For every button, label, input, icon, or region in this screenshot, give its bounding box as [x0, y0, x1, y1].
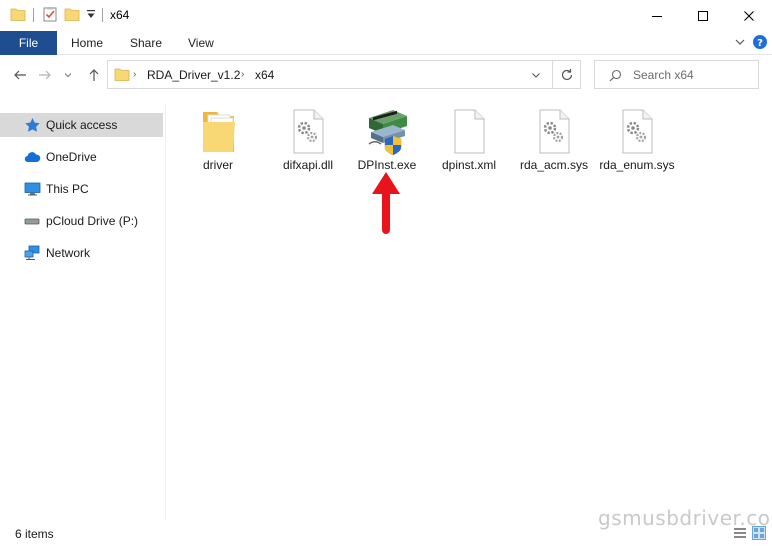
sidebar-item-label: This PC: [46, 182, 89, 196]
file-item-driver[interactable]: driver: [179, 106, 257, 192]
file-item-difxapi-dll[interactable]: difxapi.dll: [269, 106, 347, 192]
sidebar-item-this-pc[interactable]: This PC: [0, 177, 163, 201]
arrow-left-icon: [14, 70, 26, 80]
file-item-rda-enum-sys[interactable]: rda_enum.sys: [598, 106, 676, 192]
file-name: rda_acm.sys: [519, 158, 589, 172]
help-icon[interactable]: ?: [752, 34, 768, 53]
file-name: DPInst.exe: [357, 158, 417, 172]
breadcrumb-separator-icon[interactable]: ›: [133, 69, 136, 80]
tab-file[interactable]: File: [0, 31, 57, 55]
properties-icon[interactable]: [42, 6, 58, 24]
red-arrow-icon: [372, 172, 400, 234]
computer-icon: [24, 181, 41, 197]
minimize-button[interactable]: [634, 0, 680, 31]
settings-file-icon: [530, 106, 578, 156]
file-item-dpinst-xml[interactable]: dpinst.xml: [430, 106, 508, 192]
address-bar[interactable]: › RDA_Driver_v1.2 › x64: [107, 60, 553, 89]
ribbon: File Home Share View ?: [0, 31, 772, 55]
file-item-rda-acm-sys[interactable]: rda_acm.sys: [515, 106, 593, 192]
title-separator: [33, 8, 34, 22]
refresh-button[interactable]: [553, 60, 581, 89]
chevron-down-icon: [64, 73, 72, 78]
sidebar-item-pcloud-drive[interactable]: pCloud Drive (P:): [0, 209, 163, 233]
sidebar-item-network[interactable]: Network: [0, 241, 163, 265]
network-icon: [24, 245, 41, 261]
installer-icon: [363, 106, 411, 156]
sidebar-item-label: pCloud Drive (P:): [46, 214, 139, 228]
settings-file-icon: [613, 106, 661, 156]
sidebar-item-onedrive[interactable]: OneDrive: [0, 145, 163, 169]
search-box[interactable]: [594, 60, 759, 89]
sidebar-item-label: Network: [46, 246, 91, 260]
maximize-icon: [698, 10, 708, 21]
search-icon: [609, 69, 622, 85]
sidebar-item-label: Quick access: [46, 118, 118, 132]
drive-icon: [24, 213, 41, 229]
item-count: 6 items: [15, 527, 54, 541]
minimize-icon: [652, 15, 662, 17]
customize-toolbar-icon[interactable]: [86, 9, 96, 27]
navigation-bar: › RDA_Driver_v1.2 › x64: [0, 55, 772, 95]
close-icon: [744, 10, 754, 21]
close-button[interactable]: [726, 0, 772, 31]
star-icon: [24, 117, 41, 133]
settings-file-icon: [284, 106, 332, 156]
file-name: difxapi.dll: [282, 158, 334, 172]
breadcrumb-rda-driver[interactable]: RDA_Driver_v1.2: [147, 68, 240, 82]
folder-icon[interactable]: [10, 6, 26, 24]
title-bar: x64: [0, 0, 772, 31]
file-name: rda_enum.sys: [599, 158, 675, 172]
sidebar-item-label: OneDrive: [46, 150, 97, 164]
tab-view[interactable]: View: [188, 31, 214, 55]
window-title: x64: [110, 8, 130, 22]
expand-ribbon-icon[interactable]: [734, 35, 746, 52]
file-list: driver difxapi.dll DPInst.exe dpinst.xml…: [167, 103, 772, 521]
navigation-pane: Quick access OneDrive This PC pCloud Dri…: [0, 103, 166, 521]
title-separator: [102, 8, 103, 22]
breadcrumb-separator-icon[interactable]: ›: [241, 69, 244, 80]
folder-icon: [114, 67, 130, 85]
chevron-down-icon[interactable]: [530, 69, 542, 84]
new-folder-icon[interactable]: [64, 6, 80, 24]
forward-button[interactable]: [35, 64, 55, 86]
back-button[interactable]: [10, 64, 30, 86]
arrow-right-icon: [39, 70, 51, 80]
cloud-icon: [24, 149, 41, 165]
up-button[interactable]: [84, 64, 104, 86]
file-name: dpinst.xml: [441, 158, 497, 172]
breadcrumb-x64[interactable]: x64: [255, 68, 274, 82]
arrow-up-icon: [89, 69, 99, 81]
file-name: driver: [202, 158, 233, 172]
tab-share[interactable]: Share: [130, 31, 162, 55]
svg-text:?: ?: [757, 38, 763, 49]
search-input[interactable]: [633, 65, 753, 85]
blank-file-icon: [445, 106, 493, 156]
watermark: gsmusbdriver.com: [598, 506, 772, 530]
recent-locations-button[interactable]: [62, 64, 74, 86]
refresh-icon: [561, 68, 572, 80]
tab-home[interactable]: Home: [71, 31, 103, 55]
maximize-button[interactable]: [680, 0, 726, 31]
folder-icon: [194, 106, 242, 156]
sidebar-item-quick-access[interactable]: Quick access: [0, 113, 163, 137]
